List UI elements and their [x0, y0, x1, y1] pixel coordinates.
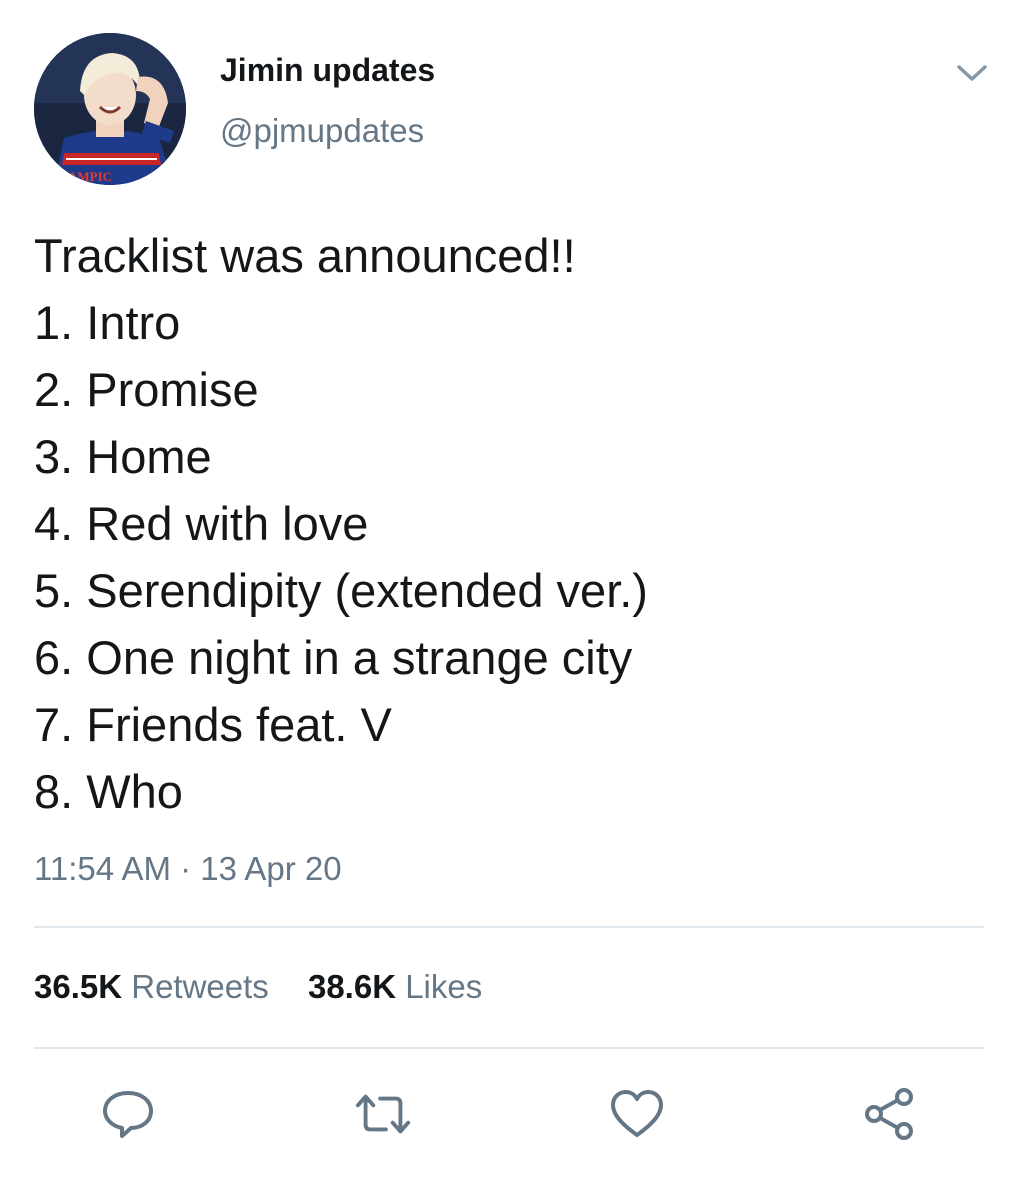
- tweet-card: AMPIC Jimin updates @pjmupdates Tracklis…: [0, 0, 1018, 1200]
- tweet-line: 8. Who: [34, 765, 183, 818]
- tweet-line: 5. Serendipity (extended ver.): [34, 564, 648, 617]
- tweet-timestamp[interactable]: 11:54 AM · 13 Apr 20: [34, 850, 342, 888]
- retweet-button[interactable]: [353, 1084, 413, 1144]
- svg-text:AMPIC: AMPIC: [68, 169, 112, 184]
- retweets-stat[interactable]: 36.5K Retweets: [34, 968, 269, 1006]
- tweet-line: 2. Promise: [34, 363, 259, 416]
- likes-count: 38.6K: [307, 968, 397, 1005]
- avatar[interactable]: AMPIC: [34, 33, 186, 185]
- like-button[interactable]: [607, 1084, 667, 1144]
- tweet-line: 7. Friends feat. V: [34, 698, 392, 751]
- divider: [34, 1047, 984, 1049]
- reply-icon: [103, 1091, 153, 1138]
- tweet-line: 1. Intro: [34, 296, 181, 349]
- tweet-line: 3. Home: [34, 430, 212, 483]
- likes-label: Likes: [405, 968, 483, 1005]
- share-icon: [865, 1088, 913, 1140]
- retweets-label: Retweets: [131, 968, 269, 1005]
- retweets-count: 36.5K: [34, 968, 123, 1005]
- tweet-stats: 36.5K Retweets 38.6K Likes: [34, 968, 482, 1006]
- tweet-line: 4. Red with love: [34, 497, 369, 550]
- tweet-line: Tracklist was announced!!: [34, 229, 576, 282]
- reply-button[interactable]: [98, 1084, 158, 1144]
- avatar-photo: AMPIC: [34, 33, 186, 185]
- retweet-icon: [355, 1094, 411, 1134]
- tweet-line: 6. One night in a strange city: [34, 631, 633, 684]
- user-handle[interactable]: @pjmupdates: [220, 112, 424, 150]
- likes-stat[interactable]: 38.6K Likes: [308, 968, 482, 1006]
- tweet-text: Tracklist was announced!! 1. Intro 2. Pr…: [34, 222, 648, 825]
- heart-icon: [611, 1090, 663, 1137]
- divider: [34, 926, 984, 928]
- chevron-down-icon[interactable]: [955, 62, 989, 84]
- display-name[interactable]: Jimin updates: [220, 52, 435, 89]
- share-button[interactable]: [860, 1084, 920, 1144]
